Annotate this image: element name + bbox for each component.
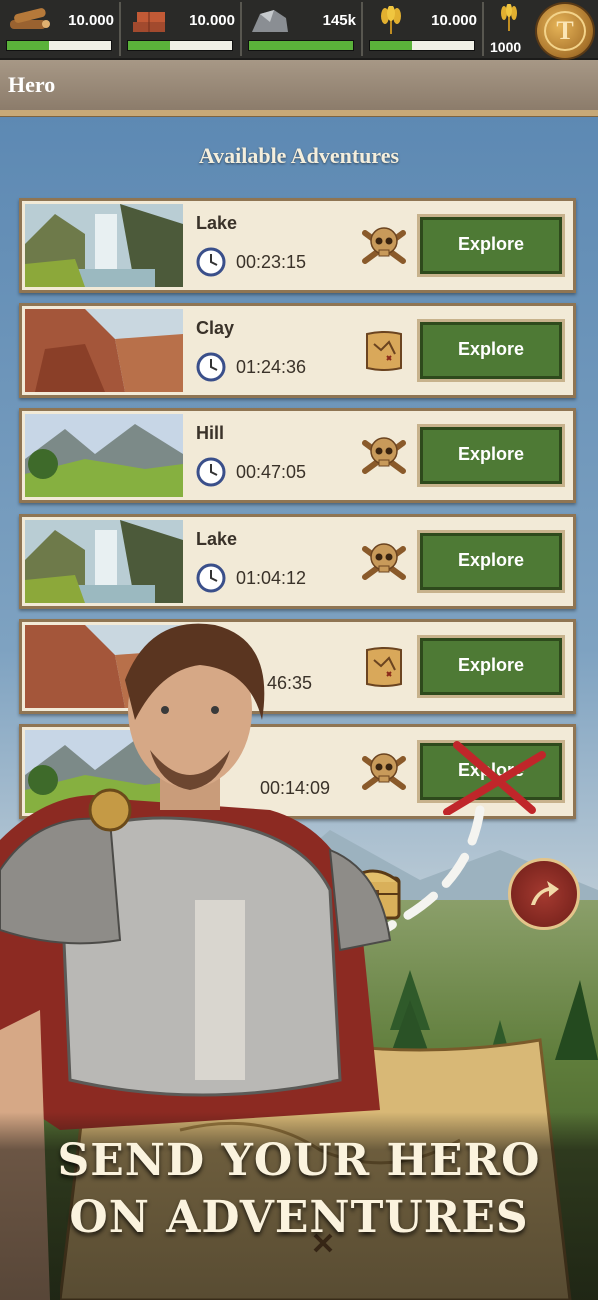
send-hero-button[interactable] xyxy=(508,858,580,930)
crop-production[interactable]: 1000 xyxy=(486,0,532,58)
clock-icon xyxy=(196,563,226,593)
iron-amount: 145k xyxy=(322,12,356,29)
lake-thumbnail xyxy=(25,204,183,287)
clay-progress xyxy=(127,40,233,51)
crop-production-value: 1000 xyxy=(490,39,522,55)
wood-logs-icon xyxy=(10,8,50,29)
header-bar: Hero xyxy=(0,60,598,110)
adventure-row: Lake 00:23:15 Explore xyxy=(19,198,576,293)
adventure-duration: 00:23:15 xyxy=(236,252,307,272)
clock-icon xyxy=(196,352,226,382)
promo-headline-line2: ON ADVENTURES xyxy=(69,1192,529,1243)
hill-thumbnail xyxy=(25,414,183,497)
explore-label: Explore xyxy=(457,444,525,464)
adventure-name: Lake xyxy=(196,529,238,549)
adventure-duration: 01:24:36 xyxy=(236,357,307,377)
explore-label: Explore xyxy=(457,655,525,675)
clay-bricks-icon xyxy=(133,12,165,32)
adventure-duration: 01:04:12 xyxy=(236,568,307,588)
adventure-row: Lake 01:04:12 Explore xyxy=(19,514,576,609)
gold-coin-button[interactable]: T xyxy=(535,2,595,60)
explore-button[interactable]: Explore xyxy=(417,635,565,698)
explore-button[interactable]: Explore xyxy=(417,214,565,277)
explore-button[interactable]: Explore xyxy=(417,530,565,593)
adventure-name: Hill xyxy=(196,423,225,443)
skull-icon xyxy=(362,437,406,474)
wheat-icon xyxy=(381,6,401,34)
wheat-production-icon xyxy=(501,4,517,31)
game-screen: 10.000 10.000 145k 10.000 1000 T Hero Av… xyxy=(0,0,598,1300)
explore-label: Explore xyxy=(457,234,525,254)
crop-amount: 10.000 xyxy=(431,12,477,29)
crop-progress xyxy=(369,40,475,51)
clock-icon xyxy=(196,457,226,487)
skull-icon xyxy=(362,543,406,580)
adventure-name: Clay xyxy=(196,318,235,338)
resource-bar: 10.000 10.000 145k 10.000 1000 T xyxy=(0,0,598,60)
explore-button[interactable]: Explore xyxy=(417,319,565,382)
adventure-duration: 00:47:05 xyxy=(236,462,307,482)
header-divider xyxy=(0,110,598,117)
arrow-map-icon xyxy=(531,881,559,905)
skull-icon xyxy=(362,227,406,264)
iron-resource[interactable]: 145k xyxy=(242,0,360,58)
section-title: Available Adventures xyxy=(198,143,400,168)
map-scroll-icon xyxy=(366,331,402,371)
explore-label: Explore xyxy=(457,339,525,359)
explore-label: Explore xyxy=(457,550,525,570)
gold-coin-letter: T xyxy=(544,11,586,51)
crop-resource[interactable]: 10.000 xyxy=(363,0,481,58)
clock-icon xyxy=(196,247,226,277)
wood-resource[interactable]: 10.000 xyxy=(0,0,118,58)
iron-ore-icon xyxy=(252,10,288,32)
wood-progress xyxy=(6,40,112,51)
adventure-row: Hill 00:47:05 Explore xyxy=(19,408,576,503)
clay-thumbnail xyxy=(25,309,183,392)
promo-headline-line1: SEND YOUR HERO xyxy=(57,1135,541,1186)
adventure-name: Lake xyxy=(196,213,238,233)
wood-amount: 10.000 xyxy=(68,12,114,29)
explore-button[interactable]: Explore xyxy=(417,424,565,487)
clay-resource[interactable]: 10.000 xyxy=(121,0,239,58)
page-title: Hero xyxy=(8,72,56,97)
adventure-row: Clay 01:24:36 Explore xyxy=(19,303,576,398)
clay-amount: 10.000 xyxy=(189,12,235,29)
lake-thumbnail xyxy=(25,520,183,603)
iron-progress xyxy=(248,40,354,51)
cross-mark-icon xyxy=(443,741,546,815)
